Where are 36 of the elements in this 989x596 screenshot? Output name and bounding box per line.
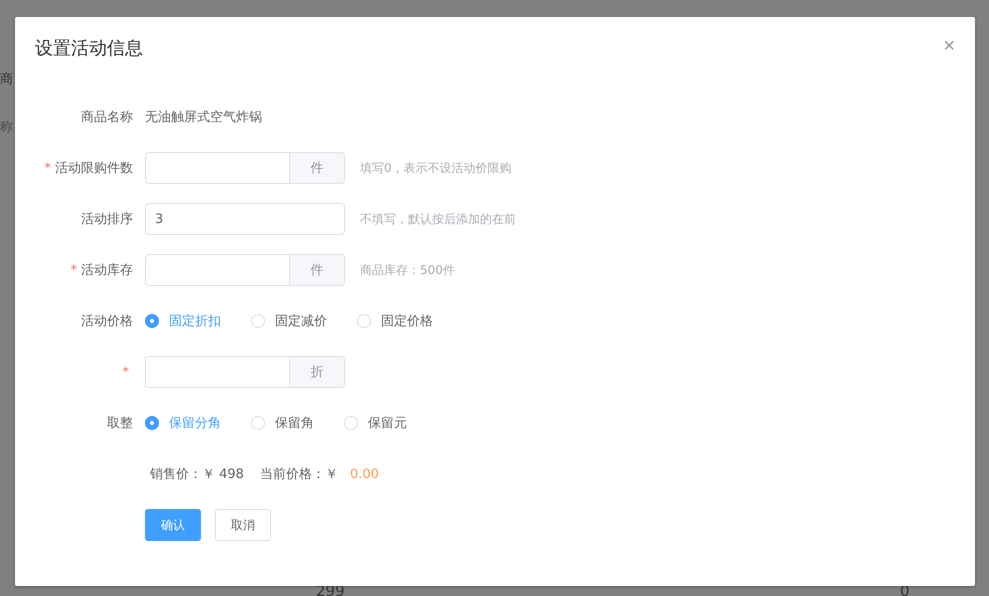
radio-label[interactable]: 保留分角: [169, 414, 221, 432]
dialog-title: 设置活动信息: [35, 37, 143, 61]
radio-label[interactable]: 固定折扣: [169, 312, 221, 330]
radio-label[interactable]: 固定价格: [381, 312, 433, 330]
cancel-button[interactable]: 取消: [215, 509, 271, 541]
unit-label: 折: [289, 357, 344, 387]
field-label: 商品名称: [81, 110, 133, 125]
input-group[interactable]: 件: [145, 152, 345, 184]
input-group[interactable]: 折: [145, 356, 345, 388]
radio-label[interactable]: 保留角: [275, 414, 314, 432]
product-name: 无油触屏式空气炸锅: [145, 109, 262, 126]
sale-price: 销售价：￥ 498: [150, 466, 244, 483]
radio-button[interactable]: [145, 314, 159, 328]
required-mark: *: [44, 161, 51, 176]
required-mark: *: [70, 263, 77, 278]
input-field[interactable]: 3: [145, 203, 345, 235]
hint-text: 不填写，默认按后添加的在前: [360, 210, 516, 228]
background-text: 商: [0, 71, 13, 88]
field-label: 活动限购件数: [55, 161, 133, 176]
current-price: 0.00: [350, 466, 379, 482]
field-label: 取整: [107, 416, 133, 431]
field-label: 活动排序: [81, 212, 133, 227]
unit-label: 件: [289, 255, 344, 285]
hint-text: 填写0，表示不设活动价限购: [360, 160, 512, 176]
radio-label[interactable]: 保留元: [368, 414, 407, 432]
confirm-button[interactable]: 确认: [145, 509, 201, 541]
field-label: 活动价格: [81, 314, 133, 329]
radio-label[interactable]: 固定减价: [275, 312, 327, 330]
required-mark: *: [122, 364, 129, 380]
close-button[interactable]: ×: [943, 36, 955, 56]
hint-text: 商品库存：500件: [360, 262, 455, 278]
current-price-label: 当前价格：￥: [260, 466, 338, 483]
input-group[interactable]: 件: [145, 254, 345, 286]
radio-button[interactable]: [145, 416, 159, 430]
unit-label: 件: [289, 153, 344, 183]
field-label: 活动库存: [81, 263, 133, 278]
